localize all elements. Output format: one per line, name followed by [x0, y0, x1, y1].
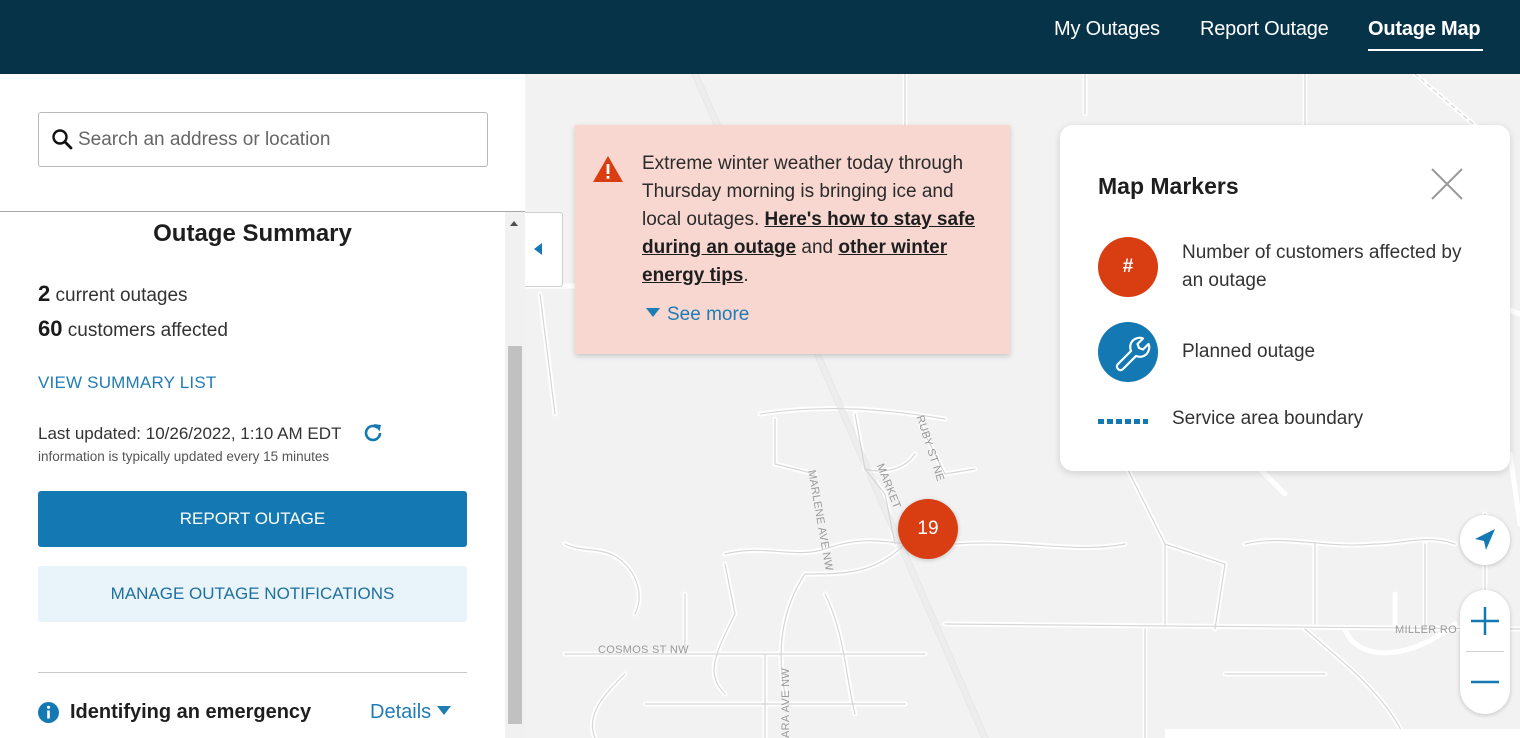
collapse-panel-button[interactable] [525, 212, 563, 287]
map-markers-legend: Map Markers # Number of customers affect… [1060, 125, 1510, 471]
weather-alert-banner: Extreme winter weather today through Thu… [575, 125, 1010, 354]
details-label: Details [370, 701, 431, 723]
boundary-line-sample [1098, 419, 1148, 424]
minus-icon [1460, 652, 1510, 712]
street-label-ara: ARA AVE NW [780, 668, 792, 738]
alert-text-3: . [743, 265, 748, 286]
alert-message: Extreme winter weather today through Thu… [642, 150, 992, 290]
search-box [38, 112, 488, 167]
current-outages-label: current outages [56, 285, 188, 306]
locate-arrow-icon [1460, 515, 1510, 565]
view-summary-list-link[interactable]: VIEW SUMMARY LIST [38, 373, 216, 393]
outage-summary-title: Outage Summary [0, 220, 505, 248]
alert-text-2: and [796, 237, 838, 258]
last-updated-text: Last updated: 10/26/2022, 1:10 AM EDT [38, 424, 341, 444]
info-icon [38, 702, 59, 723]
zoom-in-button[interactable] [1460, 590, 1510, 650]
zoom-control [1460, 590, 1510, 714]
report-outage-button[interactable]: REPORT OUTAGE [38, 491, 467, 547]
caret-down-icon [437, 706, 451, 715]
planned-outage-marker-sample [1098, 322, 1158, 382]
customers-affected-label: customers affected [68, 320, 228, 341]
current-outages-stat: 2 current outages [38, 281, 188, 307]
legend-planned-label: Planned outage [1182, 338, 1315, 366]
scroll-up-arrow-icon[interactable] [510, 221, 518, 226]
legend-boundary-label: Service area boundary [1172, 408, 1363, 430]
street-label-miller: MILLER RO [1395, 624, 1457, 636]
street-label-cosmos: COSMOS ST NW [598, 644, 689, 656]
warning-icon [592, 155, 624, 183]
outage-sidebar: Outage Summary 2 current outages 60 cust… [0, 74, 525, 738]
locate-me-button[interactable] [1460, 515, 1510, 565]
manage-notifications-button[interactable]: MANAGE OUTAGE NOTIFICATIONS [38, 566, 467, 622]
nav-outage-map[interactable]: Outage Map [1368, 18, 1480, 41]
legend-title: Map Markers [1098, 173, 1239, 200]
legend-customers-label: Number of customers affected by an outag… [1182, 239, 1482, 295]
details-toggle[interactable]: Details [370, 701, 451, 724]
zoom-out-button[interactable] [1460, 652, 1510, 712]
customers-affected-count: 60 [38, 316, 62, 341]
search-input[interactable] [76, 114, 480, 165]
refresh-icon[interactable] [361, 421, 385, 445]
search-icon [51, 128, 73, 150]
nav-active-underline [1368, 49, 1483, 51]
see-more-toggle[interactable]: See more [646, 304, 749, 326]
update-frequency-note: information is typically updated every 1… [38, 449, 329, 464]
top-navigation-bar: My Outages Report Outage Outage Map [0, 0, 1520, 74]
plus-icon [1460, 590, 1510, 650]
section-divider [38, 672, 467, 673]
wrench-icon [1098, 322, 1158, 382]
panel-divider [0, 211, 525, 212]
customers-affected-stat: 60 customers affected [38, 316, 228, 342]
chevron-left-icon [534, 243, 542, 255]
emergency-section-title: Identifying an emergency [70, 701, 311, 724]
close-icon[interactable] [1430, 167, 1464, 201]
customer-count-marker-sample: # [1098, 237, 1158, 297]
nav-my-outages[interactable]: My Outages [1054, 18, 1160, 41]
nav-report-outage[interactable]: Report Outage [1200, 18, 1329, 41]
outage-cluster-marker[interactable]: 19 [898, 499, 958, 559]
caret-down-icon [646, 308, 660, 317]
scrollbar-thumb[interactable] [508, 346, 522, 724]
see-more-label: See more [667, 304, 749, 325]
current-outages-count: 2 [38, 281, 50, 306]
